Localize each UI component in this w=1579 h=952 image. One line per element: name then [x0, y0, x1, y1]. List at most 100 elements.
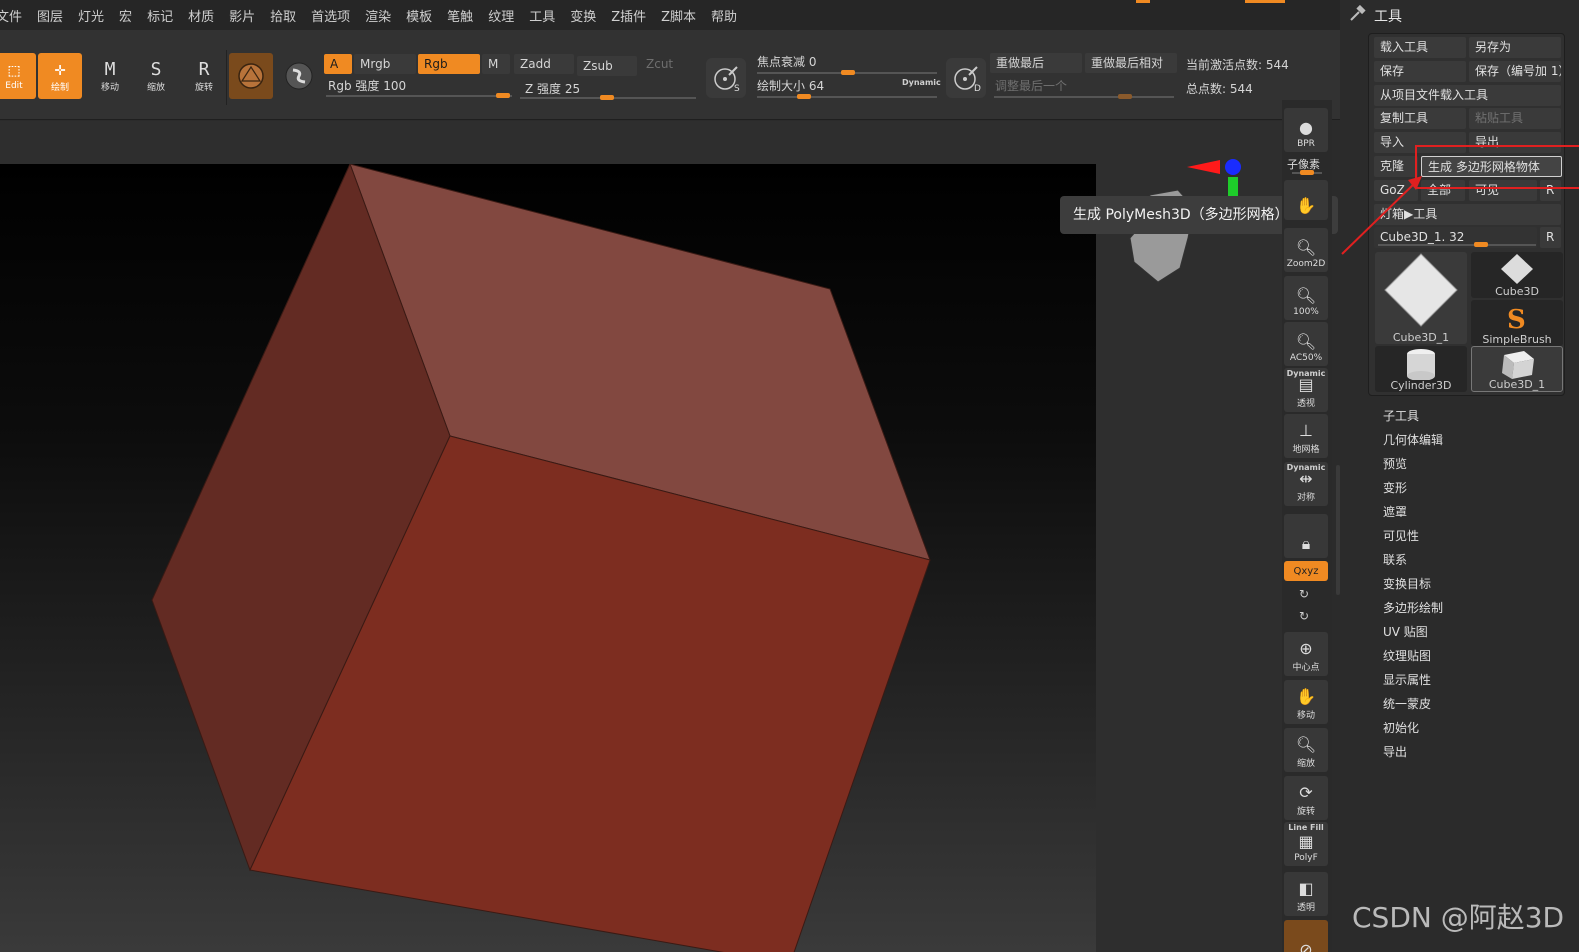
menu-picker[interactable]: 拾取: [270, 6, 296, 25]
zcut-toggle[interactable]: Zcut: [640, 54, 700, 74]
canvas-viewport[interactable]: [0, 164, 1096, 952]
subpalette-export[interactable]: 导出: [1383, 743, 1407, 760]
rotate-y-icon[interactable]: ↻: [1299, 587, 1309, 601]
a-toggle[interactable]: A: [324, 54, 352, 74]
stroke-button[interactable]: [277, 53, 321, 99]
scale-mode-button[interactable]: S 缩放: [134, 53, 178, 99]
zsub-toggle[interactable]: Zsub: [577, 56, 637, 76]
subpalette-preview[interactable]: 预览: [1383, 455, 1407, 472]
ghost-button[interactable]: ⊘: [1284, 920, 1328, 952]
menu-stencil[interactable]: 模板: [406, 6, 432, 25]
menu-preferences[interactable]: 首选项: [311, 6, 350, 25]
tool-thumb-cylinder3d[interactable]: Cylinder3D: [1375, 346, 1467, 392]
save-as-button[interactable]: 另存为: [1469, 37, 1561, 58]
subpalette-uv-map[interactable]: UV 贴图: [1383, 623, 1428, 640]
paste-tool-button[interactable]: 粘贴工具: [1469, 108, 1561, 129]
polyframe-button[interactable]: Line Fill ▦ PolyF: [1284, 822, 1328, 866]
grid-icon: ▤: [1298, 375, 1314, 394]
rgb-intensity-slider[interactable]: [326, 93, 512, 98]
local-lock-button[interactable]: 🔒︎: [1284, 514, 1328, 558]
menu-transform[interactable]: 变换: [570, 6, 596, 25]
redo-last-button[interactable]: 重做最后: [990, 53, 1082, 73]
xyz-toggle[interactable]: Qxyz: [1284, 561, 1328, 581]
material-button[interactable]: [229, 53, 273, 99]
subpalette-geometry[interactable]: 几何体编辑: [1383, 431, 1443, 448]
menu-indicator: [1136, 0, 1150, 3]
tool-thumb-cube3d-1-b[interactable]: Cube3D_1: [1471, 346, 1563, 392]
menu-movie[interactable]: 影片: [229, 6, 255, 25]
scroll-button[interactable]: ✋: [1284, 180, 1328, 220]
subpalette-deformation[interactable]: 变形: [1383, 479, 1407, 496]
save-button[interactable]: 保存: [1374, 61, 1466, 82]
move-view-button[interactable]: ✋ 移动: [1284, 680, 1328, 724]
subpalette-morph-target[interactable]: 变换目标: [1383, 575, 1431, 592]
menu-zplugin[interactable]: Z插件: [611, 6, 646, 25]
edit-button[interactable]: ⬚ Edit: [0, 53, 36, 99]
subpalette-polypaint[interactable]: 多边形绘制: [1383, 599, 1443, 616]
menu-marker[interactable]: 标记: [147, 6, 173, 25]
mrgb-toggle[interactable]: Mrgb: [354, 54, 416, 74]
rotate-mode-button[interactable]: R 旋转: [182, 53, 226, 99]
tool-thumb-simplebrush[interactable]: S SimpleBrush: [1471, 300, 1563, 346]
menu-material[interactable]: 材质: [188, 6, 214, 25]
dynamesh-d-button[interactable]: D: [946, 58, 986, 98]
subpalette-initialize[interactable]: 初始化: [1383, 719, 1419, 736]
menu-texture[interactable]: 纹理: [488, 6, 514, 25]
dynamic-draw-size-toggle[interactable]: Dynamic: [902, 78, 941, 87]
symmetry-button[interactable]: Dynamic ⇹ 对称: [1284, 462, 1328, 506]
m-toggle[interactable]: M: [482, 54, 510, 74]
total-points-readout: 总点数: 544: [1186, 82, 1253, 96]
menu-light[interactable]: 灯光: [78, 6, 104, 25]
actual-size-button[interactable]: 🔍︎ 100%: [1284, 276, 1328, 320]
menu-stroke[interactable]: 笔触: [447, 6, 473, 25]
ac50-button[interactable]: 🔍︎ AC50%: [1284, 322, 1328, 366]
zoom2d-button[interactable]: 🔍︎ Zoom2D: [1284, 228, 1328, 272]
transparency-button[interactable]: ◧ 透明: [1284, 872, 1328, 916]
cube-thumb-icon: [1384, 253, 1458, 327]
frame-center-button[interactable]: ⊕ 中心点: [1284, 632, 1328, 676]
subpalette-visibility[interactable]: 可见性: [1383, 527, 1419, 544]
zadd-toggle[interactable]: Zadd: [514, 54, 574, 74]
subpalette-display-properties[interactable]: 显示属性: [1383, 671, 1431, 688]
menu-macro[interactable]: 宏: [119, 6, 132, 25]
save-increment-button[interactable]: 保存（编号加 1）: [1469, 61, 1561, 82]
menu-help[interactable]: 帮助: [711, 6, 737, 25]
zoom-view-button[interactable]: 🔍︎ 缩放: [1284, 728, 1328, 772]
focal-shift-slider[interactable]: [757, 70, 937, 75]
copy-tool-button[interactable]: 复制工具: [1374, 108, 1466, 129]
z-axis-ball: [1225, 159, 1241, 175]
menu-render[interactable]: 渲染: [365, 6, 391, 25]
load-from-project-button[interactable]: 从项目文件载入工具: [1374, 85, 1561, 106]
subpalette-subtool[interactable]: 子工具: [1383, 407, 1419, 424]
draw-button[interactable]: ✛ 绘制: [38, 53, 82, 99]
menu-zscript[interactable]: Z脚本: [661, 6, 696, 25]
perspective-button[interactable]: Dynamic ▤ 透视: [1284, 368, 1328, 412]
subpixel-slider[interactable]: [1292, 170, 1322, 175]
move-mode-button[interactable]: M 移动: [88, 53, 132, 99]
hand-icon: ✋: [1296, 687, 1316, 706]
svg-text:D: D: [974, 84, 981, 93]
z-intensity-slider[interactable]: [520, 95, 696, 100]
draw-size-slider[interactable]: [757, 94, 937, 99]
adjust-last-slider[interactable]: [994, 94, 1174, 99]
tool-thumb-cube3d-1[interactable]: Cube3D_1: [1375, 252, 1467, 344]
cube-mesh[interactable]: [0, 164, 1096, 952]
menu-file[interactable]: 文件: [0, 6, 22, 25]
hammer-icon: [1350, 5, 1366, 21]
menu-layer[interactable]: 图层: [37, 6, 63, 25]
load-tool-button[interactable]: 载入工具: [1374, 37, 1466, 58]
subpalette-texture-map[interactable]: 纹理贴图: [1383, 647, 1431, 664]
subpalette-contact[interactable]: 联系: [1383, 551, 1407, 568]
menu-tool[interactable]: 工具: [529, 6, 555, 25]
active-points-readout: 当前激活点数: 544: [1186, 58, 1289, 72]
rotate-z-icon[interactable]: ↻: [1299, 609, 1309, 623]
subpalette-masking[interactable]: 遮罩: [1383, 503, 1407, 520]
subpalette-unified-skin[interactable]: 统一蒙皮: [1383, 695, 1431, 712]
rotate-view-button[interactable]: ⟳ 旋转: [1284, 776, 1328, 820]
rgb-toggle[interactable]: Rgb: [418, 54, 480, 74]
floor-button[interactable]: ⊥ 地网格: [1284, 414, 1328, 458]
sculptris-s-button[interactable]: S: [706, 58, 746, 98]
bpr-button[interactable]: ● BPR: [1284, 108, 1328, 152]
redo-last-relative-button[interactable]: 重做最后相对: [1085, 53, 1177, 73]
floor-icon: ⊥: [1299, 421, 1313, 440]
